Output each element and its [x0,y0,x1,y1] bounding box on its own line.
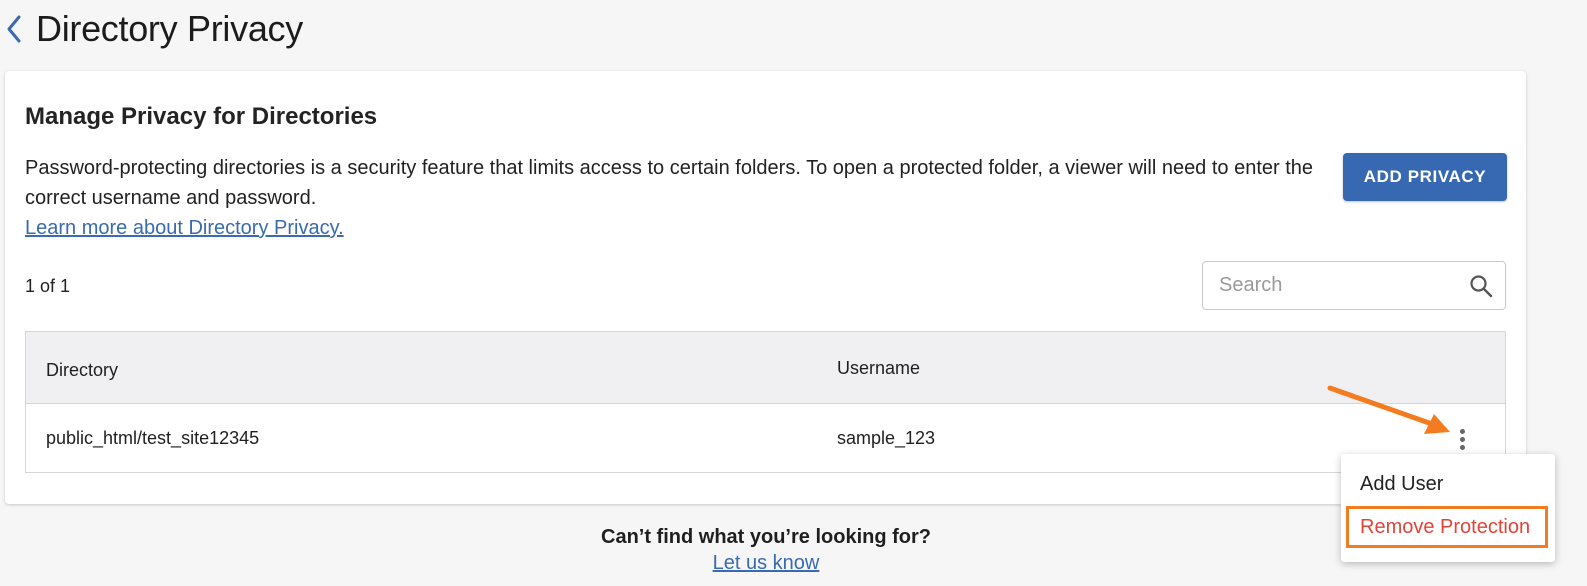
directories-table: Directory Username public_html/test_site… [25,331,1506,473]
kebab-dot [1459,428,1465,434]
table-row: public_html/test_site12345 sample_123 [26,404,1505,472]
card-title: Manage Privacy for Directories [25,103,378,130]
description-text: Password-protecting directories is a sec… [25,157,1314,209]
privacy-card: Manage Privacy for Directories Password-… [5,71,1526,504]
table-header: Directory Username [26,332,1505,404]
let-us-know-link[interactable]: Let us know [713,552,820,574]
username-cell: sample_123 [837,428,936,448]
menu-item-add-user[interactable]: Add User [1341,470,1555,498]
annotation-arrow [1327,385,1450,434]
result-count: 1 of 1 [25,276,71,296]
kebab-dot [1459,436,1465,442]
card-description: Password-protecting directories is a sec… [25,153,1320,243]
kebab-dot [1459,444,1465,450]
page-title: Directory Privacy [36,8,303,49]
page-header: Directory Privacy [0,0,1587,60]
column-header-username: Username [837,358,921,378]
directory-cell: public_html/test_site12345 [46,428,260,448]
search-icon[interactable] [1469,274,1493,298]
footer-link-container: Let us know [0,550,1532,576]
search-input[interactable] [1219,262,1449,309]
footer-question: Can’t find what you’re looking for? [601,526,931,548]
search-box [1202,261,1506,310]
learn-more-link[interactable]: Learn more about Directory Privacy. [25,217,344,239]
chevron-left-icon [7,15,21,43]
column-header-directory: Directory [46,360,119,380]
back-button[interactable] [4,14,24,44]
add-privacy-button[interactable]: ADD PRIVACY [1343,153,1507,201]
